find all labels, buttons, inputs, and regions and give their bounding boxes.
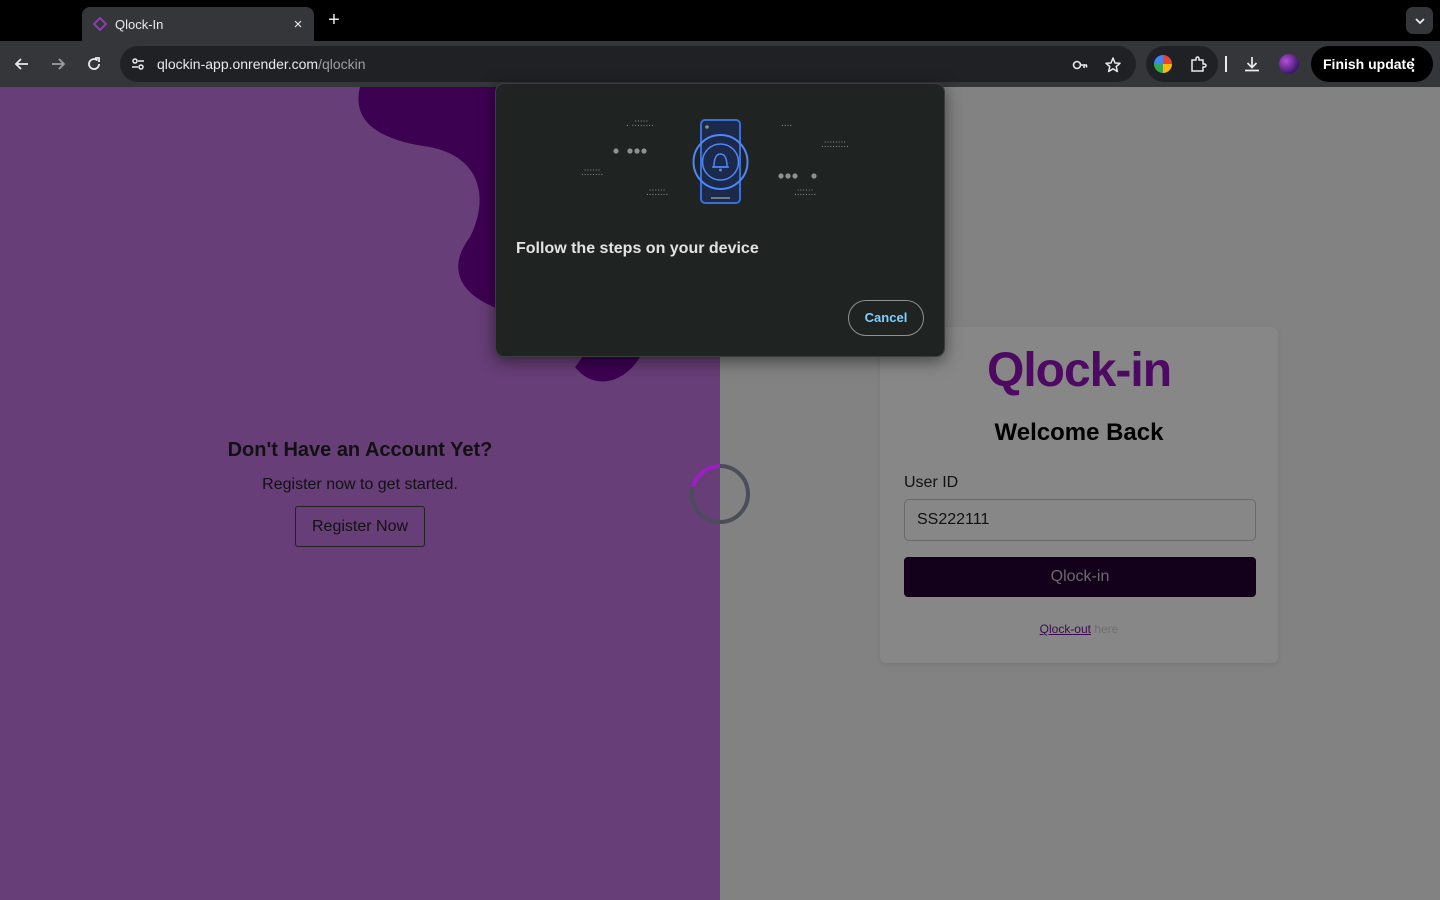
forward-button[interactable] (47, 53, 69, 75)
new-tab-button[interactable]: + (324, 10, 344, 30)
register-subtext: Register now to get started. (262, 476, 458, 493)
qlock-out-suffix: here (1091, 622, 1119, 636)
register-now-button[interactable]: Register Now (295, 506, 425, 547)
tab-qlock-in[interactable]: Qlock-In × (82, 7, 314, 41)
reload-icon (88, 57, 100, 70)
dialog-heading: Follow the steps on your device (516, 240, 759, 257)
user-id-input[interactable] (904, 499, 1256, 541)
svg-text:.::::::::.: .::::::::. (821, 139, 849, 150)
welcome-heading: Welcome Back (994, 419, 1164, 446)
url-path: /qlockin (318, 56, 366, 72)
login-card: Qlock-in Welcome Back User ID Qlock-in Q… (880, 327, 1278, 663)
toolbar-divider (1225, 56, 1227, 72)
qlock-out-link[interactable]: Qlock-out (1040, 622, 1091, 636)
qlock-in-button[interactable]: Qlock-in (904, 557, 1256, 597)
tab-title: Qlock-In (115, 16, 164, 32)
tab-search-button[interactable] (1406, 7, 1433, 34)
browser-toolbar: qlockin-app.onrender.com/qlockin Finish … (0, 41, 1440, 87)
extensions-puzzle-icon[interactable] (1188, 54, 1208, 74)
cancel-button[interactable]: Cancel (848, 300, 924, 336)
chevron-down-icon (1414, 17, 1425, 24)
extensions-group (1146, 46, 1218, 82)
passkey-dialog: . .:::::.. .::::::. .::::::. .... .:::::… (495, 83, 945, 357)
register-cta: Don't Have an Account Yet? Register now … (170, 439, 550, 547)
address-bar[interactable]: qlockin-app.onrender.com/qlockin (120, 46, 1136, 82)
close-tab-icon[interactable]: × (290, 16, 306, 33)
forward-arrow-icon (52, 58, 66, 70)
color-extension-icon[interactable] (1154, 55, 1172, 73)
register-heading: Don't Have an Account Yet? (227, 439, 493, 461)
qlock-out-line: Qlock-out here (880, 622, 1278, 636)
user-id-label: User ID (904, 474, 959, 491)
svg-text:.::::::.: .::::::. (581, 167, 603, 178)
finish-update-button[interactable]: Finish update ⋮ (1311, 46, 1433, 82)
url-host: qlockin-app.onrender.com (157, 56, 319, 72)
finish-update-label: Finish update (1323, 56, 1414, 72)
menu-dots-icon: ⋮ (1405, 57, 1421, 74)
svg-text:.::::::.: .::::::. (646, 187, 668, 198)
svg-text:....: .... (781, 118, 792, 129)
profile-avatar[interactable] (1279, 54, 1299, 74)
password-key-icon[interactable] (1070, 55, 1090, 75)
bookmark-star-icon[interactable] (1103, 55, 1123, 75)
svg-text:.::::::.: .::::::. (794, 187, 816, 198)
tab-strip: Qlock-In × + (0, 0, 1440, 41)
svg-text:. .:::::..: . .:::::.. (626, 118, 654, 129)
reload-button[interactable] (83, 53, 105, 75)
back-button[interactable] (11, 53, 33, 75)
back-arrow-icon (14, 58, 28, 70)
site-info-icon[interactable] (128, 54, 148, 74)
phone-notification-icon: . .:::::.. .::::::. .::::::. .... .:::::… (581, 118, 849, 204)
qlockin-favicon-icon (92, 16, 108, 32)
loading-spinner (690, 464, 750, 524)
url-text: qlockin-app.onrender.com/qlockin (157, 56, 366, 72)
download-icon[interactable] (1242, 54, 1262, 74)
